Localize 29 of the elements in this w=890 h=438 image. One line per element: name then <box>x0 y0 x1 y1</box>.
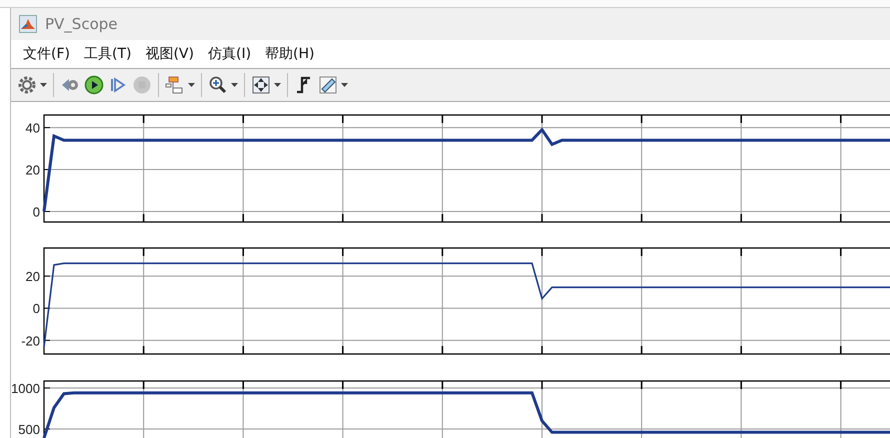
menu-item[interactable]: 视图(V) <box>139 42 200 66</box>
app-icon <box>19 15 37 33</box>
ruler-icon <box>318 75 338 95</box>
menu-item[interactable]: 帮助(H) <box>259 42 320 66</box>
tick-label: -20 <box>21 333 40 348</box>
caret-icon <box>231 83 238 87</box>
blocks-icon <box>165 75 185 95</box>
caret-icon <box>40 83 47 87</box>
tick-label: 500 <box>18 422 40 437</box>
menu-item[interactable]: 仿真(I) <box>202 42 258 66</box>
play-icon <box>84 75 104 95</box>
tick-label: 1000 <box>11 380 40 396</box>
zoom-icon <box>208 75 228 95</box>
step-forward-icon <box>108 75 128 95</box>
menu-item[interactable]: 工具(T) <box>78 42 138 66</box>
window-title: PV_Scope <box>45 14 118 35</box>
stop-icon <box>132 75 152 95</box>
tick-label: 40 <box>26 120 40 136</box>
tick-label: 0 <box>32 204 40 220</box>
gear-icon <box>17 75 37 95</box>
tick-label: 20 <box>26 162 40 178</box>
fit-to-view-icon <box>251 75 271 95</box>
tick-label: 0 <box>32 301 40 316</box>
menu-item[interactable]: 文件(F) <box>17 42 76 66</box>
caret-icon <box>188 83 195 87</box>
tick-label: 20 <box>26 269 40 284</box>
caret-icon <box>341 83 348 87</box>
toolbar-button[interactable] <box>82 73 106 97</box>
caret-icon <box>274 83 281 87</box>
